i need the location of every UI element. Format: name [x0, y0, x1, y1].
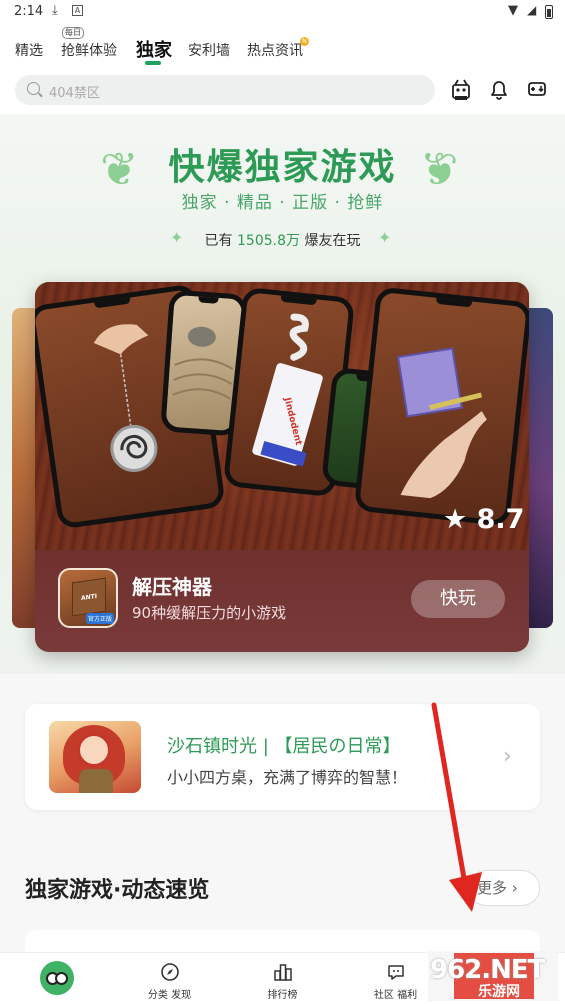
game-name: 解压神器 — [132, 575, 212, 599]
nav-home[interactable] — [0, 953, 113, 1004]
wifi-icon: ▼ — [508, 3, 518, 18]
daily-badge: 每日 — [62, 27, 84, 39]
chat-bubble-icon — [387, 965, 404, 980]
tab-dujia[interactable]: 独家 — [136, 36, 172, 62]
more-label: 更多 — [477, 879, 508, 897]
promo-description: 小小四方桌，充满了博弈的智慧！ — [167, 768, 408, 787]
nav-ranking[interactable]: 排行榜 — [226, 953, 339, 1004]
sparkle-right-icon: ✦ — [378, 228, 392, 247]
game-app-icon: ANTI STRESS 官方正版 — [58, 568, 118, 628]
promo-title: 沙石镇时光 | 【居民の日常】 — [167, 736, 401, 757]
bar-chart-icon — [273, 964, 292, 981]
status-bar: 2:14 ⤓ A ▼ ◢ — [0, 0, 565, 24]
app-icon-cube: ANTI STRESS — [72, 577, 106, 617]
home-mascot-icon — [40, 961, 74, 995]
tab-redian[interactable]: 热点资讯 — [247, 40, 303, 60]
rating-score: ★ 8.7 — [443, 504, 525, 535]
notification-a-icon: A — [72, 5, 83, 16]
player-count: 已有 1505.8万 爆友在玩 — [0, 230, 565, 250]
top-tab-bar: 精选 每日 抢鲜体验 独家 安利墙 热点资讯 N — [0, 24, 565, 68]
watermark-sub: 乐游网 — [478, 984, 520, 1000]
nav-label: 排行榜 — [267, 990, 298, 1001]
game-description: 90种缓解压力的小游戏 — [132, 604, 287, 622]
phone-image — [353, 286, 529, 527]
quick-play-button[interactable]: 快玩 — [411, 580, 505, 618]
featured-game-info: ANTI STRESS 官方正版 解压神器 90种缓解压力的小游戏 快玩 — [35, 550, 529, 652]
hero-title: 快爆独家游戏 — [168, 147, 397, 188]
new-dot-badge: N — [300, 37, 309, 46]
gift-box-icon[interactable] — [448, 76, 474, 102]
count-prefix: 已有 — [204, 233, 233, 249]
gamepad-download-icon[interactable] — [524, 76, 550, 102]
promo-card[interactable]: 沙石镇时光 | 【居民の日常】 小小四方桌，充满了博弈的智慧！ › — [25, 704, 540, 810]
chevron-right-icon: › — [511, 879, 518, 897]
tab-jingxuan[interactable]: 精选 — [15, 40, 43, 60]
tab-qiangxian[interactable]: 抢鲜体验 — [61, 40, 117, 60]
search-input[interactable]: 404禁区 — [15, 75, 435, 105]
featured-game-card[interactable]: Jindodent ★ 8.7 ANTI STRESS 官方正版 解压神器 90… — [35, 282, 529, 652]
search-row: 404禁区 — [0, 68, 565, 114]
active-tab-indicator — [145, 61, 161, 65]
bell-icon[interactable] — [486, 76, 512, 102]
compass-icon — [160, 963, 179, 981]
watermark-logo: 962.NET 乐游网 — [428, 951, 558, 1001]
download-icon: ⤓ — [52, 3, 58, 18]
official-tag: 官方正版 — [85, 613, 114, 624]
nav-label: 分类 发现 — [147, 990, 192, 1001]
section-title: 独家游戏·动态速览 — [25, 878, 210, 903]
promo-thumbnail — [49, 721, 141, 793]
count-number: 1505.8万 — [237, 233, 300, 249]
search-placeholder: 404禁区 — [49, 86, 100, 101]
count-suffix: 爆友在玩 — [304, 233, 361, 249]
hero-subtitle: 独家 · 精品 · 正版 · 抢鲜 — [181, 193, 384, 213]
search-icon — [27, 82, 40, 95]
signal-icon: ◢ — [527, 3, 537, 17]
status-time: 2:14 — [14, 4, 44, 19]
nav-category-discover[interactable]: 分类 发现 — [113, 953, 226, 1004]
tab-anliqiang[interactable]: 安利墙 — [188, 40, 230, 60]
chevron-right-icon: › — [503, 744, 512, 769]
battery-icon — [545, 5, 553, 19]
more-button[interactable]: 更多 › — [468, 870, 540, 906]
